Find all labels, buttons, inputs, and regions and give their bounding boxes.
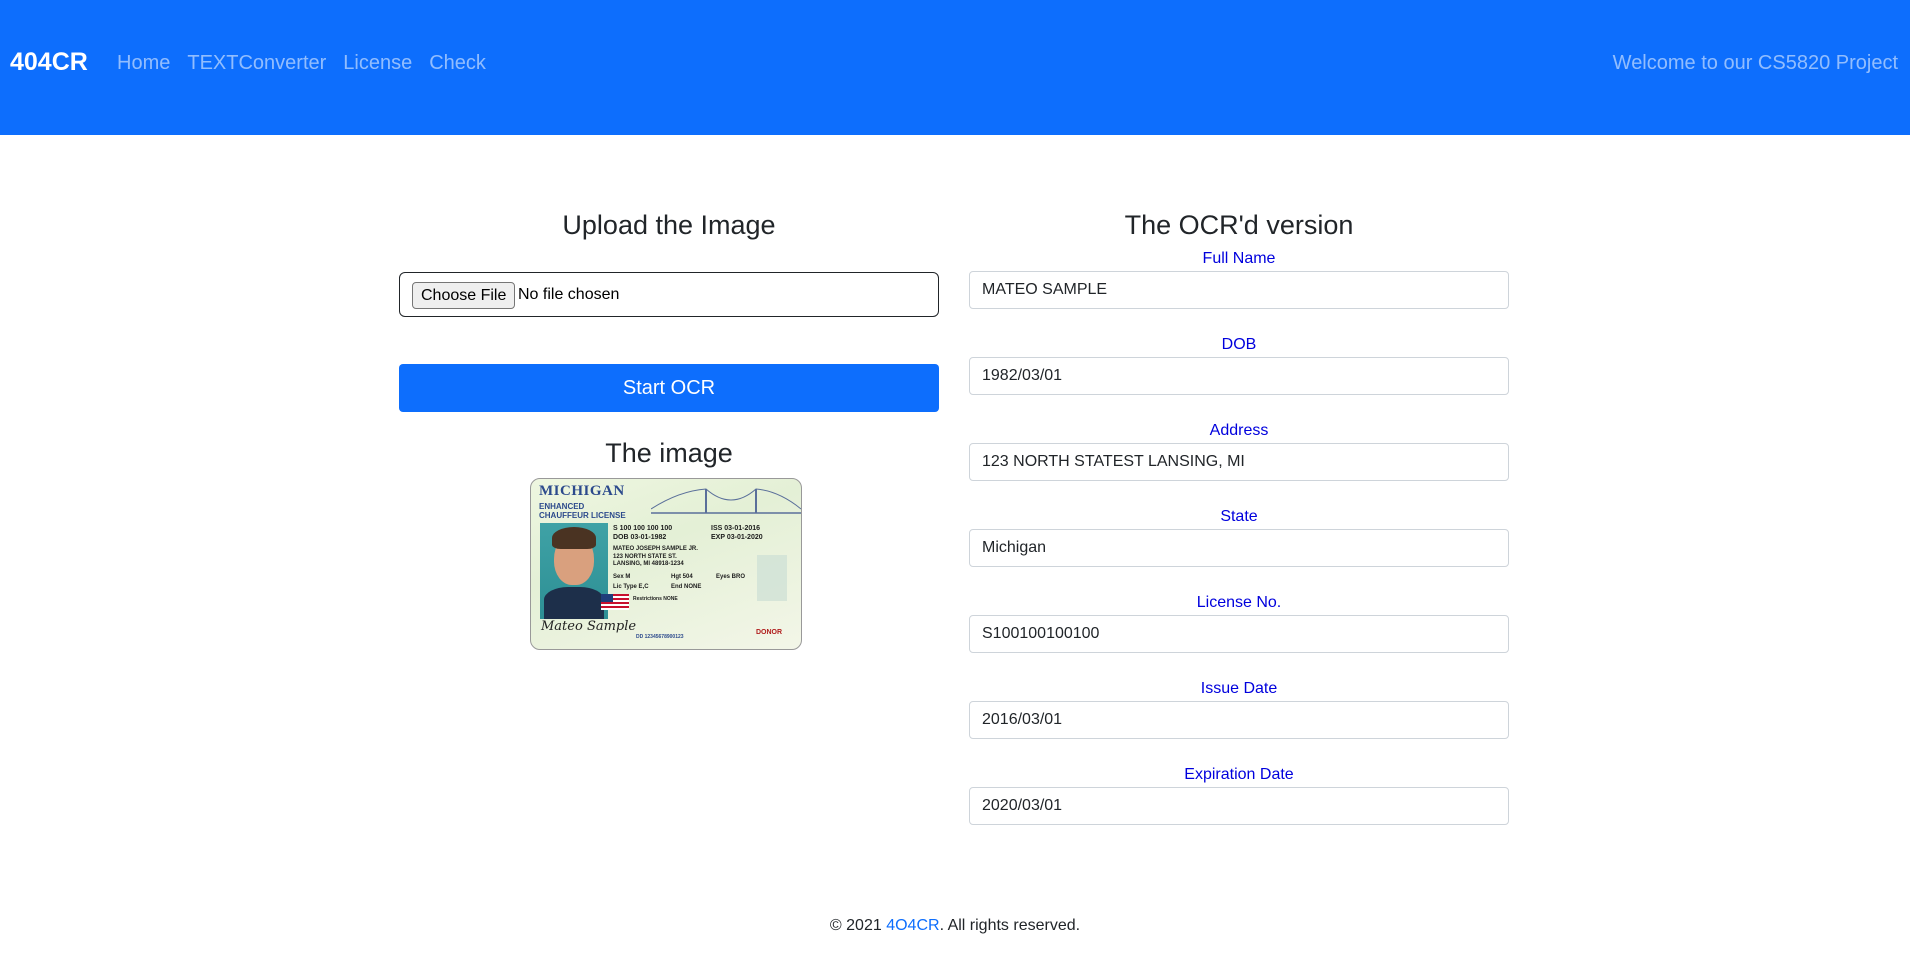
license-type: ENHANCED CHAUFFEUR LICENSE	[539, 502, 626, 520]
dob-label: DOB	[1221, 336, 1257, 353]
field-expiration-date: Expiration Date	[969, 763, 1509, 825]
photo-shirt	[544, 587, 604, 619]
brand-logo[interactable]: 404CR	[10, 48, 88, 77]
nav-links: Home TEXTConverter License Check	[117, 52, 486, 75]
footer-copyright: © 2021	[829, 917, 887, 934]
address-input[interactable]	[969, 443, 1509, 481]
dob-input[interactable]	[969, 357, 1509, 395]
license-lic-type: Lic Type E,C	[613, 584, 649, 590]
license-dob: DOB 03-01-1982	[613, 534, 667, 541]
field-full-name: Full Name	[969, 247, 1509, 309]
nav-textconverter-link[interactable]: TEXTConverter	[187, 52, 326, 75]
license-image: MICHIGAN ENHANCED CHAUFFEUR LICENSE S 10…	[530, 478, 802, 650]
license-no-input[interactable]	[969, 615, 1509, 653]
field-address: Address	[969, 419, 1509, 481]
expiration-date-label: Expiration Date	[1184, 766, 1294, 783]
address-label: Address	[1209, 422, 1269, 439]
footer: © 2021 4O4CR. All rights reserved.	[0, 917, 1910, 935]
license-eyes: Eyes BRO	[716, 574, 746, 580]
ocr-section: The OCR'd version Full Name DOB Address …	[969, 205, 1509, 825]
nav-license-link[interactable]: License	[343, 52, 412, 75]
license-number: S 100 100 100 100	[613, 525, 673, 532]
nav-home-link[interactable]: Home	[117, 52, 170, 75]
license-type-line1: ENHANCED	[539, 502, 585, 511]
flag-icon	[601, 594, 629, 610]
upload-heading: Upload the Image	[562, 210, 776, 240]
navbar: 404CR Home TEXTConverter License Check W…	[0, 0, 1910, 135]
issue-date-input[interactable]	[969, 701, 1509, 739]
welcome-text: Welcome to our CS5820 Project	[1612, 52, 1898, 74]
file-status-text: No file chosen	[518, 286, 620, 303]
license-iss: ISS 03-01-2016	[711, 525, 761, 532]
state-input[interactable]	[969, 529, 1509, 567]
choose-file-button[interactable]: Choose File	[412, 282, 516, 309]
photo-hair	[552, 527, 596, 549]
field-dob: DOB	[969, 333, 1509, 395]
expiration-date-input[interactable]	[969, 787, 1509, 825]
issue-date-label: Issue Date	[1200, 680, 1278, 697]
license-no-label: License No.	[1196, 594, 1282, 611]
full-name-input[interactable]	[969, 271, 1509, 309]
field-license-no: License No.	[969, 591, 1509, 653]
license-donor: DONOR	[756, 629, 783, 636]
ocr-heading: The OCR'd version	[1124, 210, 1354, 240]
start-ocr-button[interactable]: Start OCR	[399, 364, 939, 412]
field-issue-date: Issue Date	[969, 677, 1509, 739]
license-signature: Mateo Sample	[541, 619, 637, 634]
license-restrictions: Restrictions NONE	[633, 596, 678, 602]
footer-rights: . All rights reserved.	[939, 917, 1081, 934]
license-photo	[540, 523, 608, 619]
license-ghost-photo	[757, 555, 787, 601]
footer-brand-link[interactable]: 4O4CR	[886, 917, 939, 934]
license-state-title: MICHIGAN	[539, 483, 625, 499]
field-state: State	[969, 505, 1509, 567]
license-hgt: Hgt 504	[671, 574, 693, 580]
upload-section: Upload the Image Choose File No file cho…	[399, 205, 939, 650]
full-name-label: Full Name	[1202, 250, 1276, 267]
license-sex: Sex M	[613, 574, 631, 580]
license-end: End NONE	[671, 584, 702, 590]
state-label: State	[1220, 508, 1258, 525]
license-name: MATEO JOSEPH SAMPLE JR.	[613, 546, 698, 552]
image-heading: The image	[605, 438, 733, 468]
license-type-line2: CHAUFFEUR LICENSE	[539, 511, 626, 520]
license-exp: EXP 03-01-2020	[711, 534, 763, 541]
file-input[interactable]: Choose File No file chosen	[399, 272, 939, 317]
license-city: LANSING, MI 48918-1234	[613, 561, 684, 567]
nav-check-link[interactable]: Check	[429, 52, 486, 75]
license-dd: DD 12345678900123	[636, 634, 684, 640]
bridge-icon	[651, 488, 801, 514]
